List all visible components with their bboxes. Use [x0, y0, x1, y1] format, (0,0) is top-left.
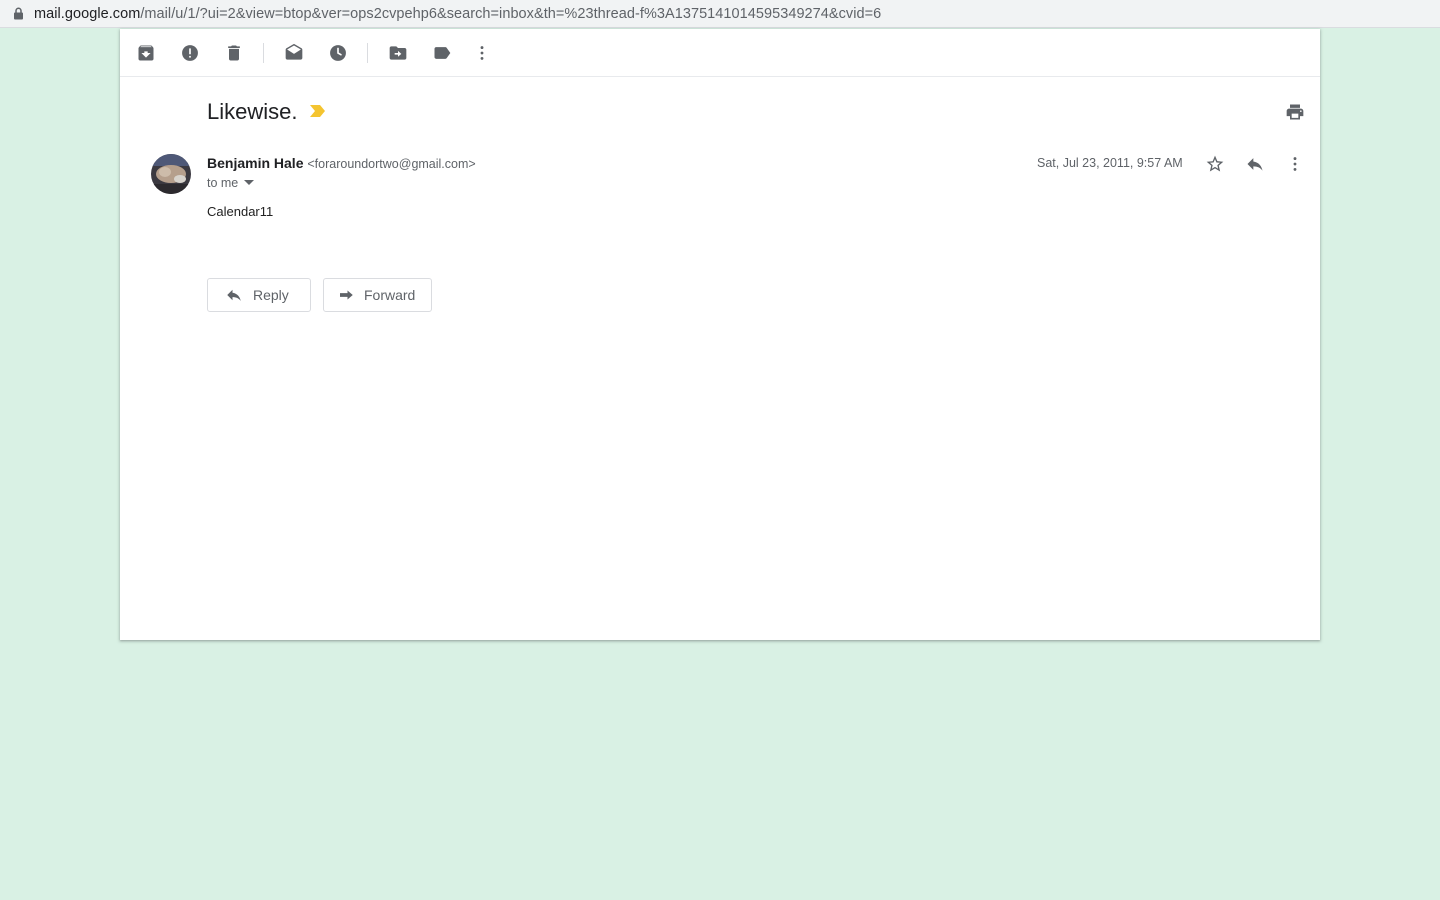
recipient-line: to me	[207, 176, 255, 190]
reply-button-label: Reply	[253, 287, 289, 303]
browser-address-bar[interactable]: mail.google.com/mail/u/1/?ui=2&view=btop…	[0, 0, 1440, 28]
print-icon[interactable]	[1283, 100, 1307, 124]
sender-name[interactable]: Benjamin Hale	[207, 155, 303, 171]
forward-button-label: Forward	[364, 287, 416, 303]
report-spam-icon[interactable]	[178, 41, 202, 65]
labels-icon[interactable]	[430, 41, 454, 65]
sender-line: Benjamin Hale <foraroundortwo@gmail.com>	[207, 155, 476, 171]
mark-unread-icon[interactable]	[282, 41, 306, 65]
forward-icon	[336, 285, 356, 305]
reply-icon[interactable]	[1243, 152, 1267, 176]
chevron-down-icon[interactable]	[244, 178, 255, 188]
snooze-icon[interactable]	[326, 41, 350, 65]
reply-icon	[224, 285, 244, 305]
message-view: Likewise. Benjamin Hale <foraroundortwo@…	[120, 29, 1320, 640]
important-marker-icon[interactable]	[309, 104, 327, 118]
message-toolbar	[120, 29, 1320, 77]
more-icon[interactable]	[470, 41, 494, 65]
url-host: mail.google.com	[34, 5, 141, 22]
star-icon[interactable]	[1203, 152, 1227, 176]
message-date: Sat, Jul 23, 2011, 9:57 AM	[1037, 156, 1183, 170]
more-options-icon[interactable]	[1283, 152, 1307, 176]
sender-avatar[interactable]	[151, 154, 191, 194]
archive-icon[interactable]	[134, 41, 158, 65]
sender-email: <foraroundortwo@gmail.com>	[307, 157, 476, 171]
url-path: /mail/u/1/?ui=2&view=btop&ver=ops2cvpehp…	[140, 5, 882, 22]
recipient-text: to me	[207, 176, 239, 190]
lock-icon	[11, 7, 25, 21]
delete-icon[interactable]	[222, 41, 246, 65]
thread-subject: Likewise.	[207, 99, 298, 124]
message-body: Calendar11	[207, 204, 274, 219]
toolbar-separator	[367, 43, 368, 63]
move-to-icon[interactable]	[386, 41, 410, 65]
reply-button[interactable]: Reply	[207, 278, 311, 312]
toolbar-separator	[263, 43, 264, 63]
forward-button[interactable]: Forward	[323, 278, 432, 312]
url-text[interactable]: mail.google.com/mail/u/1/?ui=2&view=btop…	[34, 6, 881, 22]
